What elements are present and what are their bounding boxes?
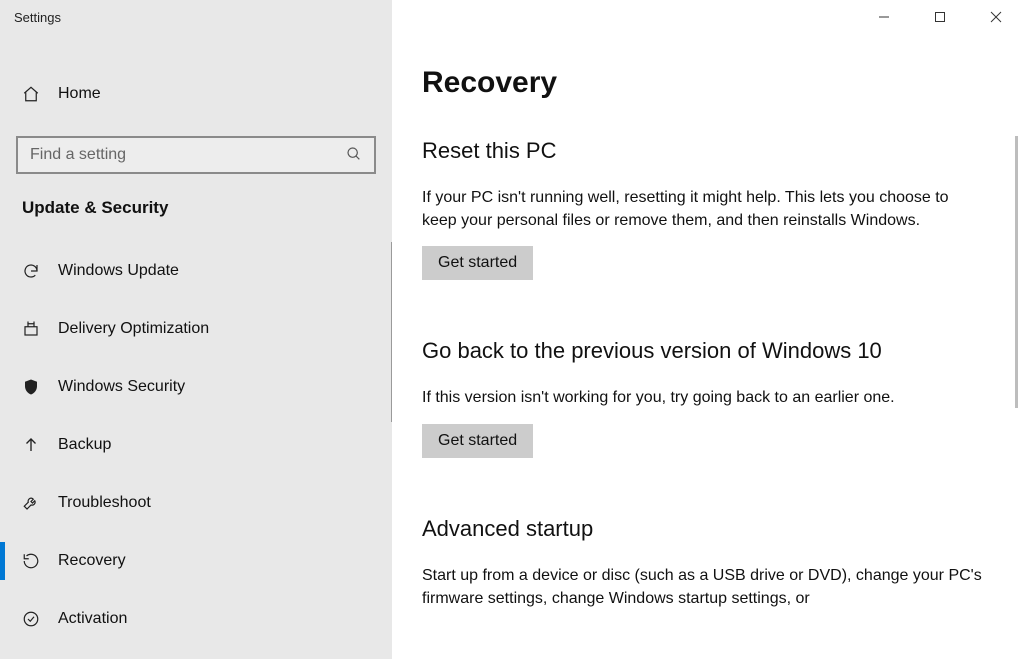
section-go-back: Go back to the previous version of Windo… bbox=[422, 338, 982, 457]
section-reset-pc: Reset this PC If your PC isn't running w… bbox=[422, 138, 982, 280]
sidebar-item-label: Troubleshoot bbox=[58, 494, 151, 512]
go-back-get-started-button[interactable]: Get started bbox=[422, 424, 533, 458]
settings-window: Settings Home Update & Security bbox=[0, 0, 1024, 659]
sidebar-item-delivery-optimization[interactable]: Delivery Optimization bbox=[0, 300, 392, 358]
sidebar-item-windows-update[interactable]: Windows Update bbox=[0, 242, 392, 300]
search-icon bbox=[346, 146, 364, 164]
sidebar-item-troubleshoot[interactable]: Troubleshoot bbox=[0, 474, 392, 532]
shield-icon bbox=[22, 378, 58, 396]
section-desc: If this version isn't working for you, t… bbox=[422, 386, 982, 409]
section-advanced-startup: Advanced startup Start up from a device … bbox=[422, 516, 982, 610]
sidebar-nav: Windows Update Delivery Optimization Win… bbox=[0, 242, 392, 648]
backup-icon bbox=[22, 436, 58, 454]
page-title: Recovery bbox=[422, 66, 998, 100]
sidebar-home[interactable]: Home bbox=[0, 70, 392, 118]
recovery-icon bbox=[22, 552, 58, 570]
section-title: Advanced startup bbox=[422, 516, 982, 542]
delivery-icon bbox=[22, 320, 58, 338]
close-button[interactable] bbox=[968, 0, 1024, 34]
section-desc: If your PC isn't running well, resetting… bbox=[422, 186, 982, 232]
sidebar-item-label: Delivery Optimization bbox=[58, 320, 209, 338]
sidebar-item-backup[interactable]: Backup bbox=[0, 416, 392, 474]
maximize-button[interactable] bbox=[912, 0, 968, 34]
check-circle-icon bbox=[22, 610, 58, 628]
window-title: Settings bbox=[0, 0, 392, 34]
sidebar-item-recovery[interactable]: Recovery bbox=[0, 532, 392, 590]
sidebar-item-label: Activation bbox=[58, 610, 127, 628]
sidebar-item-label: Recovery bbox=[58, 552, 126, 570]
search-box[interactable] bbox=[16, 136, 376, 174]
home-icon bbox=[22, 85, 58, 103]
sync-icon bbox=[22, 262, 58, 280]
reset-pc-get-started-button[interactable]: Get started bbox=[422, 246, 533, 280]
sidebar-item-label: Backup bbox=[58, 436, 111, 454]
window-controls bbox=[856, 0, 1024, 34]
minimize-button[interactable] bbox=[856, 0, 912, 34]
section-desc: Start up from a device or disc (such as … bbox=[422, 564, 982, 610]
content-pane: Recovery Reset this PC If your PC isn't … bbox=[392, 0, 1024, 659]
sidebar-home-label: Home bbox=[58, 85, 101, 103]
section-title: Reset this PC bbox=[422, 138, 982, 164]
sidebar-item-activation[interactable]: Activation bbox=[0, 590, 392, 648]
sidebar-category: Update & Security bbox=[0, 174, 392, 224]
sidebar-item-label: Windows Update bbox=[58, 262, 179, 280]
content-scrollbar[interactable] bbox=[1015, 136, 1018, 408]
sidebar-item-windows-security[interactable]: Windows Security bbox=[0, 358, 392, 416]
section-title: Go back to the previous version of Windo… bbox=[422, 338, 982, 364]
wrench-icon bbox=[22, 494, 58, 512]
search-input[interactable] bbox=[28, 145, 346, 165]
sidebar: Settings Home Update & Security bbox=[0, 0, 392, 659]
sidebar-item-label: Windows Security bbox=[58, 378, 185, 396]
